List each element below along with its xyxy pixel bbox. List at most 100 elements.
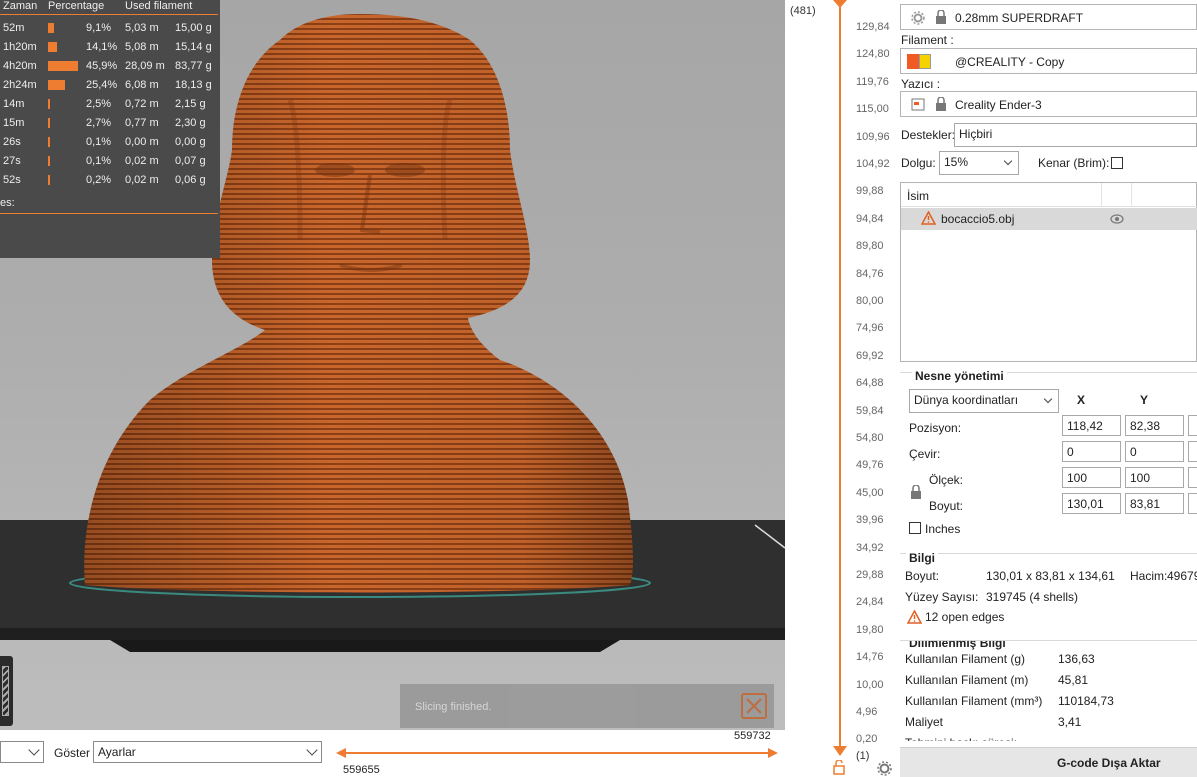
vslider-tick-label: 99,88 xyxy=(856,185,884,198)
gear-icon[interactable] xyxy=(877,761,892,776)
object-list-header-name: İsim xyxy=(907,189,929,203)
scale-z-field[interactable] xyxy=(1188,467,1197,488)
legend-percentage: 14,1% xyxy=(86,41,118,53)
vslider-tick-label: 24,84 xyxy=(856,596,884,609)
chevron-down-icon xyxy=(1003,156,1013,166)
vslider-top-value: (481) xyxy=(790,5,816,17)
legend-time: 52s xyxy=(3,174,21,186)
hslider-right-value: 559732 xyxy=(734,730,771,742)
object-list[interactable]: İsim bocaccio5.obj xyxy=(900,182,1197,362)
rotate-z-field[interactable] xyxy=(1188,441,1197,462)
legend-time: 1h20m xyxy=(3,41,37,53)
lock-icon[interactable] xyxy=(910,485,922,500)
brim-label: Kenar (Brim): xyxy=(1038,156,1110,170)
infill-label: Dolgu: xyxy=(901,156,936,170)
export-gcode-button[interactable]: G-code Dışa Aktar xyxy=(900,747,1197,777)
rotate-y-field[interactable]: 0 xyxy=(1125,441,1184,462)
vslider-tick-label: 54,80 xyxy=(856,432,884,444)
sliced-info-label: Tahmini baskı süresi: xyxy=(905,736,1017,741)
vslider-tick-label: 84,76 xyxy=(856,267,884,280)
vslider-tick-label: 0,20 xyxy=(856,733,878,746)
vslider-tick-label: 14,76 xyxy=(856,651,884,664)
size-y-field[interactable]: 83,81 xyxy=(1125,493,1184,514)
3d-viewport[interactable]: Zaman Percentage Used filament 52m 9,1% 5,… xyxy=(0,0,785,730)
legend-percentage: 0,1% xyxy=(86,136,112,148)
legend-row: 2h24m 25,4% 6,08 m 18,13 g xyxy=(0,76,220,95)
position-y-value: 82,38 xyxy=(1130,419,1161,433)
sliced-info-label: Kullanılan Filament (m) xyxy=(905,673,1029,687)
hslider-left-thumb[interactable] xyxy=(336,748,348,758)
filament-value: @CREALITY - Copy xyxy=(955,55,1065,69)
vslider-tick-label: 124,80 xyxy=(856,48,890,61)
notification-text: Slicing finished. xyxy=(415,701,492,713)
legend-time: 14m xyxy=(3,98,25,110)
size-z-field[interactable] xyxy=(1188,493,1197,514)
position-x-value: 118,42 xyxy=(1067,419,1103,433)
object-row[interactable]: bocaccio5.obj xyxy=(901,208,1197,230)
legend-bar xyxy=(48,61,78,71)
coordinate-system-combo[interactable]: Dünya koordinatları xyxy=(909,389,1059,413)
infill-combo[interactable]: 15% xyxy=(939,151,1019,175)
lock-icon[interactable] xyxy=(833,760,845,775)
scale-label: Ölçek: xyxy=(929,473,964,487)
info-title: Bilgi xyxy=(906,551,938,565)
legend-footer: es: xyxy=(0,197,15,209)
legend-weight: 2,15 g xyxy=(175,98,206,110)
legend-bar xyxy=(48,23,54,33)
show-combo[interactable]: Ayarlar xyxy=(93,741,322,763)
print-settings-combo[interactable]: 0.28mm SUPERDRAFT xyxy=(900,4,1197,30)
scale-y-field[interactable]: 100 xyxy=(1125,467,1184,488)
legend-length: 5,08 m xyxy=(125,41,159,53)
vslider-tick-label: 29,88 xyxy=(856,569,884,581)
rotate-y-value: 0 xyxy=(1130,445,1137,459)
legend-toggle-tab[interactable] xyxy=(0,656,13,726)
info-facets-label: Yüzey Sayısı: xyxy=(905,590,979,604)
rotate-x-field[interactable]: 0 xyxy=(1062,441,1121,462)
size-x-field[interactable]: 130,01 xyxy=(1062,493,1121,514)
sliced-info-value: 45,81 xyxy=(1058,673,1089,687)
scale-x-field[interactable]: 100 xyxy=(1062,467,1121,488)
sliced-info-section: Dilimlenmiş Bilgi Kullanılan Filament (g… xyxy=(900,640,1197,741)
legend-weight: 2,30 g xyxy=(175,117,206,129)
legend-length: 6,08 m xyxy=(125,79,159,91)
position-y-field[interactable]: 82,38 xyxy=(1125,415,1184,436)
size-y-value: 83,81 xyxy=(1130,497,1161,511)
settings-panel: 0.28mm SUPERDRAFT Filament : @CREALITY -… xyxy=(900,0,1197,777)
hslider-right-thumb[interactable] xyxy=(766,748,778,758)
layer-slider[interactable]: (481) 129,84 124,80 119,76 115,00 109,96 104,… xyxy=(785,0,900,777)
lock-icon xyxy=(936,10,946,24)
filament-combo[interactable]: @CREALITY - Copy xyxy=(900,48,1197,74)
info-size-label: Boyut: xyxy=(905,569,940,583)
view-type-combo[interactable] xyxy=(0,741,44,763)
inches-checkbox[interactable] xyxy=(909,522,921,534)
printer-combo[interactable]: Creality Ender-3 xyxy=(900,91,1197,117)
vslider-tick-label: 59,84 xyxy=(856,404,884,417)
inches-label: Inches xyxy=(925,522,961,536)
legend-time: 27s xyxy=(3,155,21,167)
sliced-info-label: Maliyet xyxy=(905,715,944,729)
legend-length: 0,02 m xyxy=(125,174,159,186)
legend-percentage: 45,9% xyxy=(86,60,118,72)
legend-bar xyxy=(48,137,50,147)
show-combo-value: Ayarlar xyxy=(98,745,136,759)
legend-weight: 0,00 g xyxy=(175,136,206,148)
vslider-tick-label: 104,92 xyxy=(856,158,890,170)
legend-length: 5,03 m xyxy=(125,22,159,34)
position-x-field[interactable]: 118,42 xyxy=(1062,415,1121,436)
vslider-bottom-thumb[interactable] xyxy=(833,746,847,756)
legend-length: 0,72 m xyxy=(125,98,159,110)
brim-checkbox[interactable] xyxy=(1111,157,1123,169)
vslider-bottom-value: (1) xyxy=(856,750,870,762)
chevron-down-icon xyxy=(306,744,318,756)
vslider-tick-label: 89,80 xyxy=(856,240,884,253)
object-name: bocaccio5.obj xyxy=(941,212,1015,226)
eye-icon[interactable] xyxy=(1110,214,1124,224)
legend-length: 0,77 m xyxy=(125,117,159,129)
position-z-field[interactable] xyxy=(1188,415,1197,436)
supports-combo[interactable]: Hiçbiri xyxy=(954,123,1197,147)
vslider-top-thumb[interactable] xyxy=(833,0,847,8)
scale-x-value: 100 xyxy=(1067,471,1088,485)
sliced-info-value: 110184,73 xyxy=(1058,694,1114,708)
close-icon[interactable] xyxy=(741,693,767,719)
horizontal-slider[interactable] xyxy=(336,748,778,758)
